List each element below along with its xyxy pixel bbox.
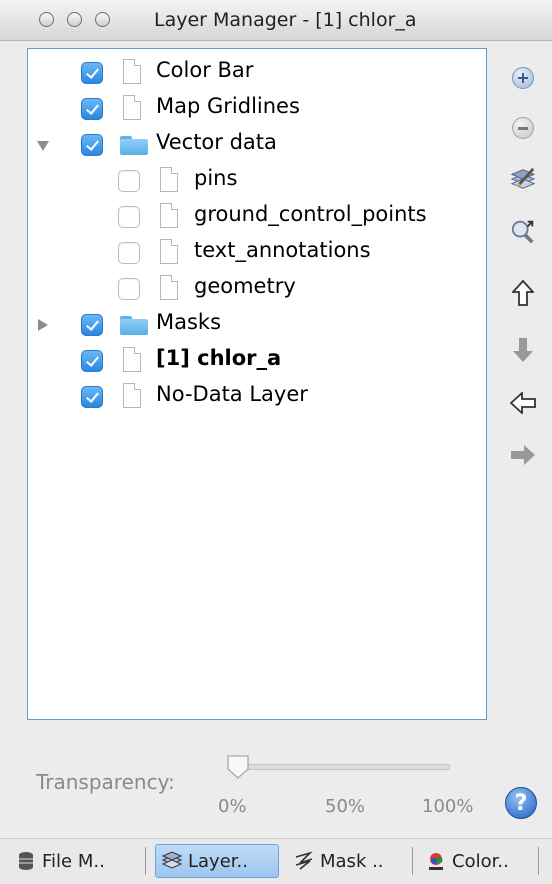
document-icon	[123, 59, 141, 84]
transparency-label: Transparency:	[36, 770, 175, 794]
layer-label: Vector data	[156, 130, 277, 154]
tab-label: Color..	[452, 850, 509, 872]
transparency-slider-thumb[interactable]	[225, 754, 251, 780]
move-down-icon	[513, 338, 533, 362]
layer-label: [1] chlor_a	[156, 346, 282, 370]
document-icon	[123, 383, 141, 408]
edit-layer-icon	[510, 167, 536, 189]
tab-file-manager[interactable]: File M..	[10, 844, 111, 878]
expand-down-icon[interactable]	[37, 141, 49, 151]
layer-visibility-checkbox[interactable]	[81, 98, 103, 120]
tab-label: File M..	[42, 850, 105, 872]
move-up-icon	[512, 280, 534, 306]
folder-icon	[120, 136, 148, 155]
window-title: Layer Manager - [1] chlor_a	[154, 9, 417, 31]
layer-row-text-annotations[interactable]: text_annotations	[28, 235, 486, 271]
mask-icon	[294, 851, 314, 871]
layer-row-color-bar[interactable]: Color Bar	[28, 55, 486, 91]
layer-tree[interactable]: Color Bar Map Gridlines Vector data pins…	[27, 48, 487, 720]
layer-row-vector-data[interactable]: Vector data	[28, 127, 486, 163]
layer-visibility-checkbox[interactable]	[118, 242, 140, 264]
layer-label: Masks	[156, 310, 222, 334]
tab-separator	[412, 847, 413, 875]
close-window-button[interactable]	[39, 12, 54, 27]
tab-separator	[538, 847, 539, 875]
zoom-to-layer-icon	[511, 220, 534, 244]
move-left-icon	[510, 392, 536, 414]
layer-label: geometry	[194, 274, 296, 298]
layer-row-map-gridlines[interactable]: Map Gridlines	[28, 91, 486, 127]
add-layer-icon	[512, 67, 534, 89]
help-icon: ?	[514, 790, 528, 816]
layer-visibility-checkbox[interactable]	[118, 278, 140, 300]
layer-row-pins[interactable]: pins	[28, 163, 486, 199]
minimize-window-button[interactable]	[67, 12, 82, 27]
layer-row-chlor-a[interactable]: [1] chlor_a	[28, 343, 486, 379]
move-down-button	[510, 337, 536, 363]
move-right-button	[510, 442, 536, 468]
layer-label: ground_control_points	[194, 202, 427, 226]
layer-row-masks[interactable]: Masks	[28, 307, 486, 343]
color-manipulation-icon	[426, 851, 446, 871]
tab-label: Layer..	[188, 850, 248, 872]
document-icon	[160, 203, 178, 228]
layer-row-no-data-layer[interactable]: No-Data Layer	[28, 379, 486, 415]
remove-layer-icon	[512, 117, 534, 139]
layer-visibility-checkbox[interactable]	[118, 170, 140, 192]
layer-visibility-checkbox[interactable]	[81, 386, 103, 408]
tab-colour-manipulation[interactable]: Color..	[422, 844, 513, 878]
document-icon	[123, 95, 141, 120]
folder-icon	[120, 316, 148, 335]
layer-visibility-checkbox[interactable]	[81, 314, 103, 336]
database-icon	[16, 851, 36, 871]
tab-separator	[145, 847, 146, 875]
layer-visibility-checkbox[interactable]	[81, 62, 103, 84]
layer-row-ground-control-points[interactable]: ground_control_points	[28, 199, 486, 235]
move-left-button[interactable]	[510, 390, 536, 416]
title-bar: Layer Manager - [1] chlor_a	[0, 0, 552, 41]
zoom-window-button[interactable]	[95, 12, 110, 27]
expand-right-icon[interactable]	[38, 319, 48, 331]
tab-mask-manager[interactable]: Mask ..	[290, 844, 388, 878]
move-right-icon	[511, 445, 535, 465]
transparency-tick-100: 100%	[422, 796, 474, 817]
layer-label: Color Bar	[156, 58, 254, 82]
layer-label: Map Gridlines	[156, 94, 300, 118]
layer-row-geometry[interactable]: geometry	[28, 271, 486, 307]
document-icon	[160, 275, 178, 300]
tab-label: Mask ..	[320, 850, 384, 872]
transparency-slider-track[interactable]	[228, 764, 450, 770]
layer-visibility-checkbox[interactable]	[118, 206, 140, 228]
tool-window-tab-bar: File M.. Layer.. Mask .. Color..	[0, 838, 552, 884]
layers-icon	[161, 851, 183, 871]
move-up-button[interactable]	[510, 280, 536, 306]
remove-layer-button[interactable]	[510, 115, 536, 141]
document-icon	[160, 167, 178, 192]
document-icon	[160, 239, 178, 264]
layer-visibility-checkbox[interactable]	[81, 350, 103, 372]
document-icon	[123, 347, 141, 372]
add-layer-button[interactable]	[510, 65, 536, 91]
zoom-to-layer-button[interactable]	[510, 218, 536, 244]
layer-label: No-Data Layer	[156, 382, 308, 406]
help-button[interactable]: ?	[505, 787, 537, 819]
edit-layer-button[interactable]	[510, 166, 536, 192]
transparency-tick-0: 0%	[218, 796, 247, 817]
layer-label: text_annotations	[194, 238, 371, 262]
layer-label: pins	[194, 166, 238, 190]
tab-layer-manager[interactable]: Layer..	[155, 844, 279, 878]
layer-visibility-checkbox[interactable]	[81, 134, 103, 156]
transparency-tick-50: 50%	[325, 796, 366, 817]
